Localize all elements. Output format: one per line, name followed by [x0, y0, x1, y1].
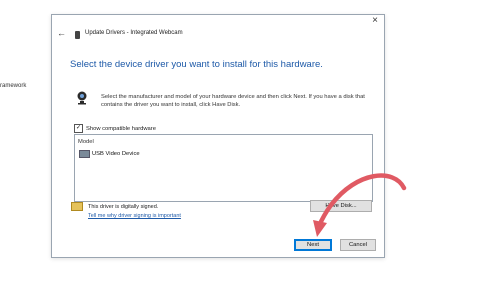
background-window-text: ramework	[0, 83, 27, 89]
webcam-icon	[77, 91, 87, 105]
next-button[interactable]: Next	[294, 239, 332, 251]
model-list[interactable]: Model USB Video Device	[74, 134, 373, 202]
list-item[interactable]: USB Video Device	[79, 150, 140, 158]
close-icon[interactable]: ×	[372, 16, 378, 26]
title-bar: ← Update Drivers - Integrated Webcam ×	[52, 15, 384, 55]
dialog-heading: Select the device driver you want to ins…	[70, 59, 323, 70]
signed-row: This driver is digitally signed.	[71, 202, 158, 211]
signed-driver-icon	[71, 202, 83, 211]
show-compatible-label: Show compatible hardware	[86, 125, 156, 132]
driver-signing-link[interactable]: Tell me why driver signing is important	[88, 213, 181, 219]
model-list-header: Model	[78, 139, 94, 145]
update-drivers-dialog: ← Update Drivers - Integrated Webcam × S…	[51, 14, 385, 258]
description-text: Select the manufacturer and model of you…	[101, 94, 365, 108]
dialog-title: Update Drivers - Integrated Webcam	[85, 30, 183, 36]
usb-device-icon	[79, 150, 90, 158]
show-compatible-row: ✓ Show compatible hardware	[74, 124, 156, 133]
cancel-button[interactable]: Cancel	[340, 239, 376, 251]
signed-text: This driver is digitally signed.	[88, 203, 159, 210]
have-disk-button[interactable]: Have Disk...	[310, 200, 372, 212]
back-arrow-icon[interactable]: ←	[57, 29, 66, 38]
list-item-label: USB Video Device	[92, 151, 140, 157]
device-icon	[75, 31, 80, 39]
show-compatible-checkbox[interactable]: ✓	[74, 124, 83, 133]
